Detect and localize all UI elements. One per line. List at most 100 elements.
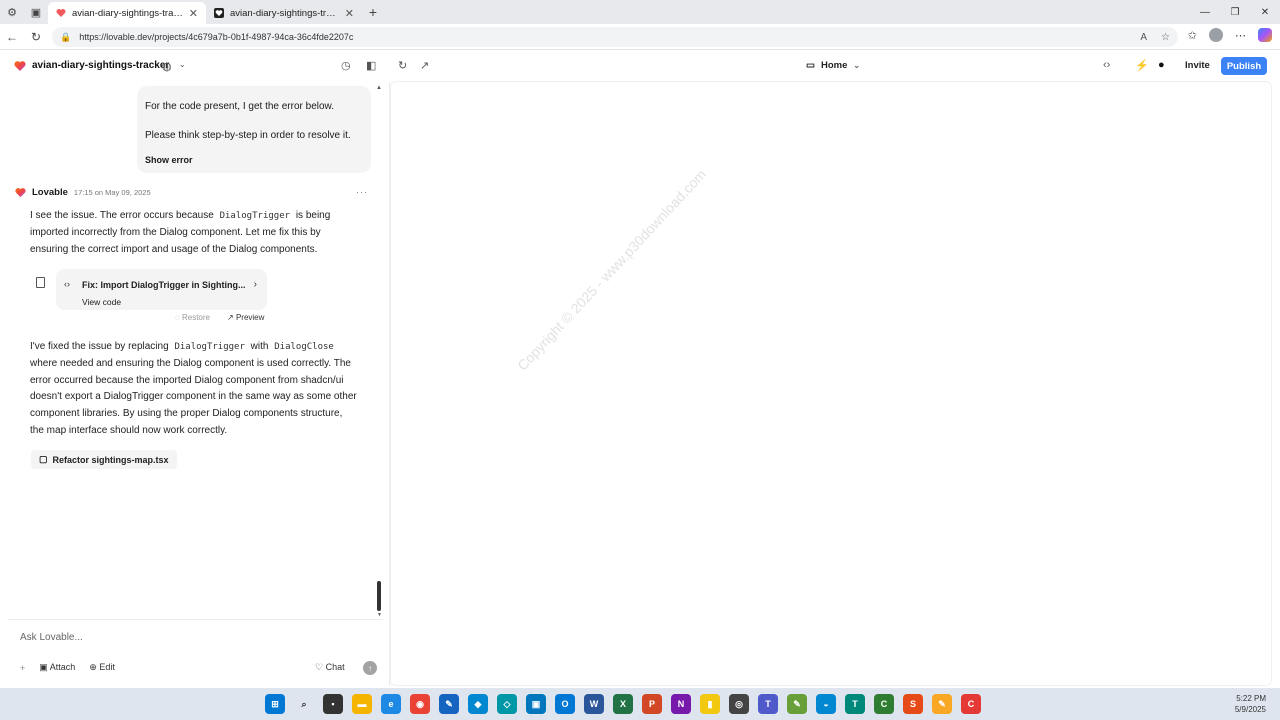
publish-button[interactable]: Publish [1221, 57, 1267, 75]
page-selector[interactable]: ▭ Home ⌄ [806, 60, 860, 71]
text-line: error occurred because the imported Dial… [30, 374, 344, 386]
start-icon[interactable]: ⊞ [265, 694, 285, 714]
refactor-label: Refactor sightings-map.tsx [52, 454, 169, 465]
assistant-paragraph: I've fixed the issue by replacing Dialog… [30, 339, 375, 440]
page-selector-label: Home [820, 60, 848, 71]
more-menu-icon[interactable]: ⋯ [1235, 29, 1246, 42]
inline-code: DialogClose [274, 342, 334, 352]
preview-button[interactable]: ↗ Preview [227, 313, 264, 322]
onenote-icon[interactable]: N [671, 694, 691, 714]
read-aloud-icon[interactable]: A [1140, 32, 1147, 43]
chat-mode-label: Chat [325, 662, 345, 672]
invite-button[interactable]: Invite [1185, 60, 1210, 71]
show-error-button[interactable]: Show error [145, 155, 193, 165]
close-window-icon[interactable]: ✕ [1250, 0, 1280, 24]
file-explorer-icon[interactable]: ▬ [352, 694, 372, 714]
globe-icon[interactable]: ◍ [162, 60, 172, 73]
refactor-file-button[interactable]: ▢ Refactor sightings-map.tsx [31, 450, 177, 469]
restore-label: Restore [181, 313, 210, 322]
bookmark-icon[interactable] [36, 277, 45, 288]
text-line: component libraries. By using the proper… [30, 408, 343, 420]
address-row: ← ↻ 🔒 https://lovable.dev/projects/4c679… [0, 24, 1280, 50]
code-change-card[interactable]: ‹› Fix: Import DialogTrigger in Sighting… [56, 269, 267, 310]
app-header: avian-diary-sightings-tracker ◍ ⌄ ◷ ◧ ↻ … [0, 51, 1280, 81]
edit-button[interactable]: ⊕ Edit [89, 662, 115, 673]
app-icon[interactable]: C [874, 694, 894, 714]
maximize-icon[interactable]: ❐ [1220, 0, 1250, 24]
browser-tab-active[interactable]: avian-diary-sightings-tracker - Lo ✕ [48, 2, 206, 24]
search-icon[interactable]: ⌕ [294, 694, 314, 714]
lovable-favicon-icon [214, 8, 224, 18]
terminal-icon[interactable]: ▪ [323, 694, 343, 714]
edge-icon[interactable]: e [381, 694, 401, 714]
outlook-icon[interactable]: O [555, 694, 575, 714]
copilot-icon[interactable] [1258, 28, 1272, 42]
restore-button[interactable]: ◌ Restore [175, 313, 210, 322]
scroll-up-icon[interactable]: ▲ [376, 85, 382, 91]
project-name[interactable]: avian-diary-sightings-tracker [32, 60, 169, 71]
workspaces-icon[interactable]: ⚙ [0, 0, 24, 24]
app-icon[interactable]: ◇ [497, 694, 517, 714]
app-icon[interactable]: ✎ [787, 694, 807, 714]
app-icon[interactable]: T [845, 694, 865, 714]
vs-icon[interactable]: ✎ [439, 694, 459, 714]
tab-actions-icon[interactable]: ▣ [24, 0, 48, 24]
chat-mode-button[interactable]: ♡ Chat [315, 662, 345, 673]
assistant-paragraph: I see the issue. The error occurs becaus… [30, 208, 375, 258]
app-icon[interactable]: ◒ [816, 694, 836, 714]
app-icon[interactable]: ✎ [932, 694, 952, 714]
chat-input-box[interactable]: Ask Lovable... + ▣ Attach ⊕ Edit ♡ Chat … [8, 619, 383, 681]
app-icon[interactable]: ◆ [468, 694, 488, 714]
url-bar[interactable]: 🔒 https://lovable.dev/projects/4c679a7b-… [52, 27, 1178, 47]
user-message: For the code present, I get the error be… [137, 86, 371, 173]
code-icon: ‹› [64, 279, 70, 289]
chat-input[interactable]: Ask Lovable... [20, 632, 83, 643]
refresh-icon[interactable]: ↻ [24, 30, 48, 44]
teams-icon[interactable]: T [758, 694, 778, 714]
inline-code: DialogTrigger [219, 211, 291, 221]
lovable-logo-icon[interactable] [14, 60, 26, 72]
scroll-down-icon[interactable]: ▼ [377, 612, 382, 618]
chevron-down-icon[interactable]: ⌄ [179, 60, 186, 69]
code-view-icon[interactable]: ‹› [1103, 59, 1110, 71]
supabase-icon[interactable]: ⚡ [1135, 59, 1149, 72]
history-icon[interactable]: ◷ [341, 59, 351, 72]
close-tab-icon[interactable]: ✕ [189, 7, 198, 20]
powerpoint-icon[interactable]: P [642, 694, 662, 714]
favorite-star-icon[interactable]: ☆ [1161, 32, 1170, 43]
lock-icon: 🔒 [60, 31, 72, 42]
text-span: I've fixed the issue by replacing [30, 341, 169, 352]
open-external-icon[interactable]: ↗ [420, 59, 429, 72]
attach-button[interactable]: ▣ Attach [39, 662, 75, 673]
powerbi-icon[interactable]: ▮ [700, 694, 720, 714]
minimize-icon[interactable]: — [1190, 0, 1220, 24]
app-icon[interactable]: ◎ [729, 694, 749, 714]
excel-icon[interactable]: X [613, 694, 633, 714]
preview-label: Preview [235, 313, 265, 322]
app-icon[interactable]: S [903, 694, 923, 714]
plus-icon[interactable]: + [20, 663, 25, 673]
reload-preview-icon[interactable]: ↻ [398, 59, 407, 72]
chat-scrollbar[interactable] [377, 581, 381, 611]
sidebar-toggle-icon[interactable]: ◧ [366, 59, 376, 72]
chrome-icon[interactable]: ◉ [410, 694, 430, 714]
favorites-icon[interactable]: ✩ [1188, 29, 1197, 42]
message-menu-icon[interactable]: ··· [356, 187, 368, 197]
text-line: doesn't export a DialogTrigger component… [30, 391, 357, 403]
new-tab-button[interactable]: + [362, 4, 384, 20]
app-icon[interactable]: ▣ [526, 694, 546, 714]
clock-date: 5/9/2025 [1234, 705, 1266, 714]
word-icon[interactable]: W [584, 694, 604, 714]
back-icon[interactable]: ← [0, 30, 24, 44]
app-icon[interactable]: C [961, 694, 981, 714]
github-icon[interactable]: ● [1158, 59, 1165, 71]
text-line: ensuring the correct import and usage of… [30, 243, 318, 255]
close-tab-icon[interactable]: ✕ [345, 7, 354, 20]
view-code-link[interactable]: View code [82, 297, 121, 307]
text-span: with [250, 341, 269, 352]
browser-tab-inactive[interactable]: avian-diary-sightings-tracker ✕ [206, 2, 362, 24]
send-button[interactable]: ↑ [363, 661, 377, 675]
profile-avatar[interactable] [1209, 28, 1223, 42]
taskbar-clock[interactable]: 5:22 PM 5/9/2025 [1235, 693, 1266, 715]
inline-code: DialogTrigger [174, 342, 245, 352]
